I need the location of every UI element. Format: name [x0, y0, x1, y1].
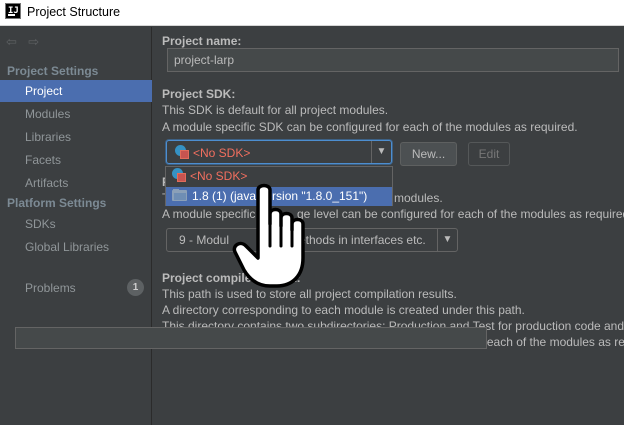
sidebar: ⇦ ⇨ Project Settings Project Modules Lib…	[0, 27, 152, 425]
problems-count-badge: 1	[127, 279, 144, 296]
edit-sdk-button[interactable]: Edit	[468, 142, 510, 166]
project-sdk-combo[interactable]: <No SDK> ▼	[166, 140, 392, 164]
intellij-app-icon: IJ	[5, 3, 21, 19]
title-bar: IJ Project Structure	[0, 0, 624, 26]
sidebar-item-global-libraries[interactable]: Global Libraries	[0, 236, 152, 258]
nav-arrows: ⇦ ⇨	[6, 35, 47, 49]
language-level-desc-2-end: ge level can be configured for each of t…	[297, 207, 624, 221]
problems-label: Problems	[25, 281, 76, 295]
new-sdk-button[interactable]: New...	[400, 142, 457, 166]
sidebar-item-libraries[interactable]: Libraries	[0, 126, 152, 148]
chevron-down-icon[interactable]: ▼	[437, 229, 457, 251]
sidebar-item-modules[interactable]: Modules	[0, 103, 152, 125]
hand-pointer-cursor-icon	[232, 183, 305, 288]
folder-icon	[172, 189, 187, 201]
sidebar-item-facets[interactable]: Facets	[0, 149, 152, 171]
forward-arrow-icon[interactable]: ⇨	[28, 35, 39, 49]
project-sdk-label: Project SDK:	[162, 87, 236, 101]
language-level-value-start: 9 - Modul	[179, 233, 230, 247]
sdk-icon	[172, 168, 186, 182]
sdk-icon	[175, 145, 189, 159]
back-arrow-icon[interactable]: ⇦	[6, 35, 17, 49]
project-settings-panel: Project name: project-larp Project SDK: …	[152, 27, 624, 425]
project-name-label: Project name:	[162, 34, 242, 48]
project-sdk-selected: <No SDK>	[175, 145, 250, 160]
project-name-input[interactable]: project-larp	[167, 48, 619, 72]
language-level-value-end: ethods in interfaces etc.	[299, 233, 426, 247]
sidebar-item-project[interactable]: Project	[0, 80, 152, 102]
compiler-output-input[interactable]	[15, 327, 487, 349]
project-sdk-desc-1: This SDK is default for all project modu…	[162, 103, 389, 117]
window-title: Project Structure	[27, 5, 121, 19]
sidebar-item-artifacts[interactable]: Artifacts	[0, 172, 152, 194]
project-sdk-desc-2: A module specific SDK can be configured …	[162, 120, 578, 134]
language-level-combo[interactable]: 9 - Modul ethods in interfaces etc. ▼	[166, 228, 458, 252]
project-settings-header: Project Settings	[7, 64, 99, 78]
chevron-down-icon[interactable]: ▼	[371, 141, 391, 163]
platform-settings-header: Platform Settings	[7, 196, 107, 210]
sidebar-item-problems[interactable]: Problems 1	[0, 277, 152, 299]
language-level-desc-1-end: modules.	[394, 191, 443, 205]
sidebar-item-sdks[interactable]: SDKs	[0, 213, 152, 235]
compiler-output-desc-2: A directory corresponding to each module…	[162, 303, 525, 317]
